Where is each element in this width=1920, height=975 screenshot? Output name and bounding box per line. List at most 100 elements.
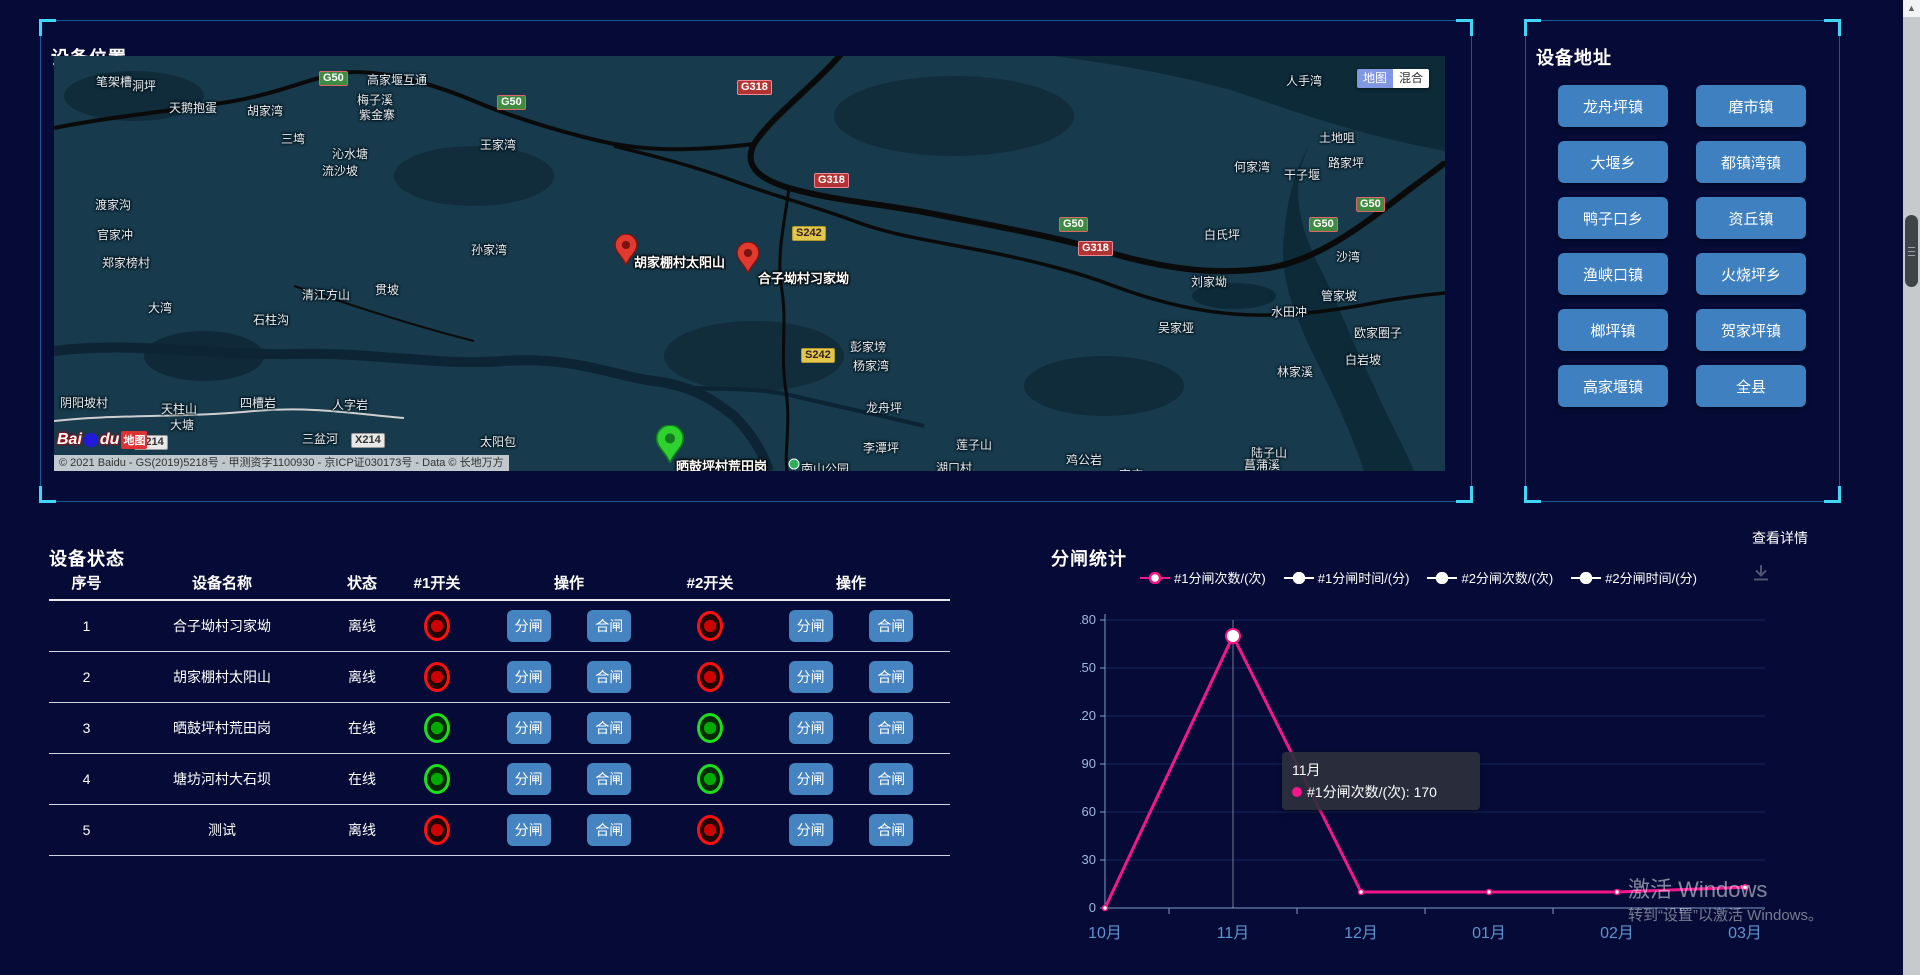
address-button-1[interactable]: 磨市镇 [1696,85,1806,127]
legend-item-3[interactable]: #2分闸时间/(分) [1571,568,1697,587]
open-breaker-button[interactable]: 分闸 [789,661,833,693]
view-details-link[interactable]: 查看详情 [1752,528,1808,548]
svg-text:180: 180 [1080,612,1096,627]
road-badge-g318: G318 [1078,241,1113,256]
address-button-10[interactable]: 高家堰镇 [1558,365,1668,407]
close-breaker-button[interactable]: 合闸 [869,661,913,693]
map-type-map-button[interactable]: 地图 [1357,69,1393,88]
map-place-label: 贯坡 [375,281,399,298]
map-place-label: 杨家湾 [853,357,889,374]
page-scrollbar[interactable]: ▲ [1903,0,1920,975]
road-badge-g50: G50 [1309,217,1338,232]
corner-decoration [1456,19,1473,36]
map-place-label: 莲子山 [956,436,992,453]
map-place-label: 人字岩 [332,396,368,413]
close-breaker-button[interactable]: 合闸 [869,712,913,744]
chart-legend: #1分闸次数/(次) #1分闸时间/(分) #2分闸次数/(次) #2分闸时间/(分) [1140,568,1697,587]
svg-text:120: 120 [1080,708,1096,723]
address-button-8[interactable]: 榔坪镇 [1558,309,1668,351]
map-place-label: 阴阳坡村 [60,394,108,411]
map-place-label: 白氏坪 [1204,226,1240,243]
close-breaker-button[interactable]: 合闸 [869,763,913,795]
svg-text:60: 60 [1082,804,1096,819]
device-location-panel: 设备位置 [40,20,1472,502]
close-breaker-button[interactable]: 合闸 [587,610,631,642]
map-place-label: 高家堰互通 [367,71,427,88]
svg-text:30: 30 [1082,852,1096,867]
baidu-logo-text: Bai [57,431,82,449]
address-button-2[interactable]: 大堰乡 [1558,141,1668,183]
open-breaker-button[interactable]: 分闸 [507,661,551,693]
address-button-3[interactable]: 都镇湾镇 [1696,141,1806,183]
map-place-label: 鸡公岩 [1066,451,1102,468]
windows-activation-watermark: 激活 Windows [1628,872,1767,904]
legend-item-1[interactable]: #1分闸时间/(分) [1284,568,1410,587]
table-body: 1合子坳村习家坳离线分闸合闸分闸合闸2胡家棚村太阳山离线分闸合闸分闸合闸3晒鼓坪… [49,601,950,856]
legend-item-2[interactable]: #2分闸次数/(次) [1427,568,1553,587]
address-button-5[interactable]: 资丘镇 [1696,197,1806,239]
address-button-9[interactable]: 贺家坪镇 [1696,309,1806,351]
map-place-label: 人手湾 [1286,72,1322,89]
switch-indicator-green [424,764,450,794]
table-row: 2胡家棚村太阳山离线分闸合闸分闸合闸 [49,652,950,703]
device-name: 胡家棚村太阳山 [124,667,320,687]
close-breaker-button[interactable]: 合闸 [587,661,631,693]
open-breaker-button[interactable]: 分闸 [789,763,833,795]
address-button-7[interactable]: 火烧坪乡 [1696,253,1806,295]
address-button-0[interactable]: 龙舟坪镇 [1558,85,1668,127]
map-place-label: 笔架槽 [96,73,132,90]
device-name: 塘坊河村大石坝 [124,769,320,789]
open-breaker-button[interactable]: 分闸 [789,610,833,642]
table-header-cell: #1开关 [404,572,470,593]
open-breaker-button[interactable]: 分闸 [507,814,551,846]
svg-text:0: 0 [1089,900,1096,915]
close-breaker-button[interactable]: 合闸 [587,763,631,795]
open-breaker-button[interactable]: 分闸 [507,763,551,795]
corner-decoration [39,486,56,503]
table-row: 5测试离线分闸合闸分闸合闸 [49,805,950,856]
map-place-label: 四槽岩 [240,394,276,411]
address-button-6[interactable]: 渔峡口镇 [1558,253,1668,295]
close-breaker-button[interactable]: 合闸 [869,610,913,642]
scrollbar-up-arrow[interactable]: ▲ [1903,0,1920,17]
map-place-label: 管家坡 [1321,287,1357,304]
map-place-label: 彭家塝 [850,338,886,355]
map-marker-label: 晒鼓坪村荒田岗 [676,456,767,471]
dashboard: 设备位置 [0,0,1920,975]
baidu-logo-text2: du [100,431,120,449]
table-row: 1合子坳村习家坳离线分闸合闸分闸合闸 [49,601,950,652]
legend-item-0[interactable]: #1分闸次数/(次) [1140,568,1266,587]
map-place-label: 湖口村 [936,459,972,471]
legend-marker [1427,572,1457,584]
map-place-label: 欧家圈子 [1354,324,1402,341]
close-breaker-button[interactable]: 合闸 [587,814,631,846]
open-breaker-button[interactable]: 分闸 [789,712,833,744]
device-address-title: 设备地址 [1536,44,1612,70]
download-icon[interactable] [1750,562,1772,584]
open-breaker-button[interactable]: 分闸 [507,712,551,744]
row-index: 3 [49,720,124,736]
map-place-label: 官家冲 [97,226,133,243]
map-type-hybrid-button[interactable]: 混合 [1393,69,1429,88]
scrollbar-thumb[interactable] [1905,215,1918,287]
open-breaker-button[interactable]: 分闸 [507,610,551,642]
baidu-map[interactable]: 笔架槽洞坪天鹅抱蛋胡家湾高家堰互通梅子溪紫金寨三塆沁水塘流沙坡渡家沟官家冲郑家榜… [54,56,1445,471]
map-place-label: 郑家榜村 [102,254,150,271]
open-breaker-button[interactable]: 分闸 [789,814,833,846]
map-place-label: 龙舟坪 [866,399,902,416]
row-index: 4 [49,771,124,787]
device-name: 合子坳村习家坳 [124,616,320,636]
map-place-label: 天柱山 [161,400,197,417]
map-place-label: 李潭坪 [863,439,899,456]
map-marker-red[interactable] [736,242,760,273]
close-breaker-button[interactable]: 合闸 [587,712,631,744]
table-header-row: 序号设备名称状态#1开关操作#2开关操作 [49,565,950,601]
address-button-11[interactable]: 全县 [1696,365,1806,407]
address-button-4[interactable]: 鸭子口乡 [1558,197,1668,239]
tooltip-series-dot [1292,787,1302,797]
switch-indicator-green [697,764,723,794]
switch-indicator-red [424,662,450,692]
device-status: 在线 [320,769,404,789]
road-badge-x214: X214 [351,433,385,448]
close-breaker-button[interactable]: 合闸 [869,814,913,846]
